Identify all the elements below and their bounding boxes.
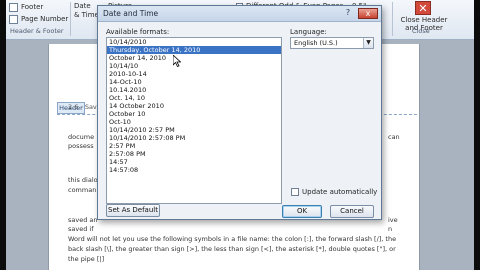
header-footer-group-label: Header & Footer bbox=[10, 27, 64, 35]
available-formats-list[interactable]: 10/14/2010 Thursday, October 14, 2010 Octo… bbox=[106, 37, 282, 204]
chevron-down-icon[interactable]: ▼ bbox=[363, 38, 373, 48]
close-header-footer-icon[interactable]: ✕ bbox=[415, 1, 431, 15]
doc-line: saved an bbox=[68, 216, 98, 224]
doc-line-fragment: ive bbox=[388, 216, 398, 224]
format-list-item[interactable]: 14 October 2010 bbox=[107, 102, 281, 110]
doc-line: possess bbox=[68, 142, 94, 150]
page-number-icon bbox=[9, 15, 18, 24]
format-list-item[interactable]: 2:57:08 PM bbox=[107, 150, 281, 158]
doc-line: the pipe [|] bbox=[68, 255, 105, 263]
page-number-button[interactable]: Page Number bbox=[21, 15, 68, 23]
format-list-item[interactable]: 10/14/2010 2:57 PM bbox=[107, 126, 281, 134]
doc-line: comman bbox=[68, 186, 97, 194]
doc-line: docume bbox=[68, 133, 95, 141]
date-time-dialog: Date and Time ? x Available formats: 10/… bbox=[97, 5, 382, 220]
language-select[interactable]: English (U.S.) ▼ bbox=[290, 37, 374, 49]
doc-line-fragment: can bbox=[388, 133, 400, 141]
header-text[interactable]: 2.6 - Save bbox=[68, 103, 101, 111]
dialog-titlebar[interactable]: Date and Time ? x bbox=[98, 6, 381, 22]
right-black-bar bbox=[474, 0, 480, 270]
help-icon[interactable]: ? bbox=[341, 8, 355, 19]
footer-icon bbox=[9, 3, 18, 12]
doc-line: saved if bbox=[68, 225, 94, 233]
ribbon-separator bbox=[392, 2, 393, 36]
cancel-button[interactable]: Cancel bbox=[330, 205, 374, 218]
format-list-item[interactable]: Thursday, October 14, 2010 bbox=[107, 46, 281, 54]
format-list-item[interactable]: October 14, 2010 bbox=[107, 54, 281, 62]
available-formats-label: Available formats: bbox=[106, 28, 170, 36]
mouse-cursor-icon bbox=[173, 55, 181, 67]
format-list-item[interactable]: Oct. 14, 10 bbox=[107, 94, 281, 102]
set-as-default-button[interactable]: Set As Default bbox=[106, 204, 160, 217]
doc-line: back slash [\], the greater than sign [>… bbox=[68, 245, 396, 253]
format-list-item[interactable]: 14:57 bbox=[107, 158, 281, 166]
format-list-item[interactable]: 10.14.2010 bbox=[107, 86, 281, 94]
format-list-item[interactable]: 14:57:08 bbox=[107, 166, 281, 174]
format-list-item[interactable]: 14-Oct-10 bbox=[107, 78, 281, 86]
language-value: English (U.S.) bbox=[294, 39, 338, 47]
ribbon-separator bbox=[70, 2, 71, 36]
language-label: Language: bbox=[290, 28, 327, 36]
footer-button[interactable]: Footer bbox=[21, 3, 43, 11]
dialog-title: Date and Time bbox=[103, 9, 159, 18]
doc-line-fragment: n bbox=[388, 225, 393, 233]
format-list-item[interactable]: 10/14/2010 2:57:08 PM bbox=[107, 134, 281, 142]
update-automatically-checkbox[interactable] bbox=[291, 188, 299, 196]
close-group-label: Close bbox=[412, 27, 430, 35]
format-list-item[interactable]: 10/14/10 bbox=[107, 62, 281, 70]
ok-button[interactable]: OK bbox=[282, 205, 322, 218]
format-list-item[interactable]: Oct-10 bbox=[107, 118, 281, 126]
format-list-item[interactable]: October 10 bbox=[107, 110, 281, 118]
doc-line: this dialo bbox=[68, 176, 98, 184]
format-list-item[interactable]: 10/14/2010 bbox=[107, 38, 281, 46]
update-automatically-label: Update automatically bbox=[302, 188, 378, 196]
doc-line: Word will not let you use the following … bbox=[68, 235, 397, 243]
format-list-item[interactable]: 2010-10-14 bbox=[107, 70, 281, 78]
close-icon[interactable]: x bbox=[358, 8, 378, 19]
format-list-item[interactable]: 2:57 PM bbox=[107, 142, 281, 150]
